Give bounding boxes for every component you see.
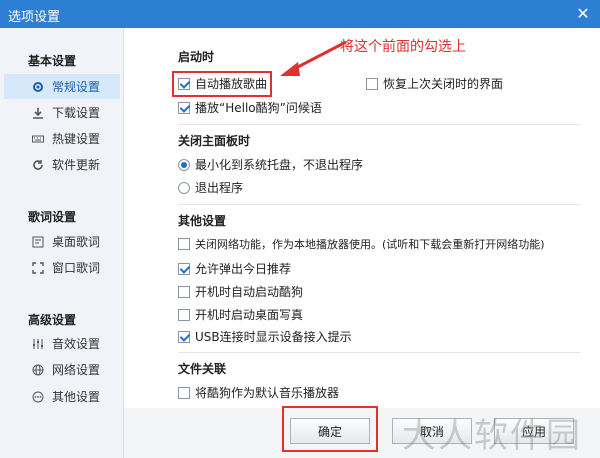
sidebar-item-window-lyrics[interactable]: 窗口歌词 (4, 255, 120, 280)
sidebar-item-label: 热键设置 (52, 132, 101, 146)
sidebar-item-download[interactable]: 下载设置 (4, 100, 120, 125)
desktop-lyrics-icon (32, 236, 44, 248)
download-icon (32, 107, 44, 119)
disable-network-label: 关闭网络功能，作为本地播放器使用。(试听和下载会重新打开网络功能) (195, 238, 545, 251)
play-hello-checkbox[interactable]: 播放“Hello酷狗”问候语 (178, 99, 322, 116)
annotation-arrow-icon (280, 40, 347, 76)
window-title: 选项设置 (8, 10, 61, 25)
sidebar-group-basic: 基本设置 (28, 54, 77, 68)
checkbox-box[interactable] (178, 238, 190, 250)
sidebar-item-label: 常规设置 (52, 80, 101, 94)
sidebar-item-desktop-lyrics[interactable]: 桌面歌词 (4, 229, 120, 254)
minimize-label: 最小化到系统托盘，不退出程序 (195, 158, 364, 172)
default-player-label: 将酷狗作为默认音乐播放器 (195, 386, 340, 400)
checkbox-box[interactable] (178, 308, 190, 321)
sidebar-item-label: 桌面歌词 (52, 235, 101, 249)
sidebar-item-network[interactable]: 网络设置 (4, 357, 120, 382)
exit-label: 退出程序 (195, 181, 244, 195)
section-title-file-assoc: 文件关联 (178, 362, 227, 376)
annotation-highlight-box (172, 71, 272, 97)
sidebar-item-label: 下载设置 (52, 106, 101, 120)
sidebar-group-advanced: 高级设置 (28, 313, 77, 327)
section-title-close-panel: 关闭主面板时 (178, 134, 251, 148)
minimize-to-tray-radio[interactable]: 最小化到系统托盘，不退出程序 (178, 156, 363, 173)
desktop-photo-label: 开机时启动桌面写真 (195, 308, 304, 322)
more-icon (32, 391, 44, 403)
checkbox-box[interactable] (178, 386, 190, 399)
daily-recommend-checkbox[interactable]: 允许弹出今日推荐 (178, 260, 291, 277)
sidebar-item-label: 软件更新 (52, 158, 101, 172)
sidebar-item-label: 窗口歌词 (52, 261, 101, 275)
sidebar-item-label: 其他设置 (52, 390, 101, 404)
sidebar-group-lyrics: 歌词设置 (28, 210, 77, 224)
divider (178, 204, 580, 205)
desktop-photo-checkbox[interactable]: 开机时启动桌面写真 (178, 306, 303, 323)
title-bar: 选项设置 ✕ (0, 0, 600, 28)
sidebar-item-sound-effects[interactable]: 音效设置 (4, 331, 120, 356)
usb-notify-checkbox[interactable]: USB连接时显示设备接入提示 (178, 328, 352, 345)
restore-last-checkbox[interactable]: 恢复上次关闭时的界面 (366, 75, 503, 92)
refresh-icon (32, 159, 44, 171)
section-title-other: 其他设置 (178, 214, 227, 228)
daily-recommend-label: 允许弹出今日推荐 (195, 262, 292, 276)
sidebar-item-general[interactable]: 常规设置 (4, 74, 120, 99)
section-title-startup: 启动时 (178, 50, 215, 64)
play-hello-label: 播放“Hello酷狗”问候语 (195, 101, 322, 115)
sidebar-item-update[interactable]: 软件更新 (4, 152, 120, 177)
checkbox-box[interactable] (178, 101, 190, 114)
annotation-text: 将这个前面的勾选上 (340, 39, 466, 55)
keyboard-icon (32, 133, 44, 145)
autostart-checkbox[interactable]: 开机时自动启动酷狗 (178, 283, 303, 300)
window-lyrics-icon (32, 261, 44, 274)
autostart-label: 开机时自动启动酷狗 (195, 285, 304, 299)
usb-notify-label: USB连接时显示设备接入提示 (195, 330, 352, 344)
divider (178, 124, 580, 125)
checkbox-box[interactable] (178, 285, 190, 298)
default-player-checkbox[interactable]: 将酷狗作为默认音乐播放器 (178, 384, 339, 401)
apply-button[interactable]: 应用 (494, 418, 574, 444)
checkbox-box[interactable] (178, 330, 190, 343)
equalizer-icon (32, 338, 44, 350)
exit-program-radio[interactable]: 退出程序 (178, 179, 243, 196)
globe-icon (32, 364, 44, 376)
checkbox-box[interactable] (178, 262, 190, 275)
close-icon[interactable]: ✕ (574, 5, 592, 23)
divider (178, 352, 580, 353)
restore-last-label: 恢复上次关闭时的界面 (383, 77, 504, 91)
annotation-highlight-ok-box (282, 406, 378, 452)
radio-circle[interactable] (178, 158, 190, 171)
cancel-button[interactable]: 取消 (392, 418, 472, 444)
sidebar-item-label: 音效设置 (52, 337, 101, 351)
sidebar-item-other[interactable]: 其他设置 (4, 384, 120, 409)
gear-icon (32, 81, 44, 93)
sidebar: 基本设置 常规设置 下载设置 热键设置 软件更新 歌词设置 桌面歌词 窗口歌词 … (0, 28, 124, 458)
disable-network-checkbox[interactable]: 关闭网络功能，作为本地播放器使用。(试听和下载会重新打开网络功能) (178, 236, 545, 252)
sidebar-item-hotkey[interactable]: 热键设置 (4, 126, 120, 151)
sidebar-item-label: 网络设置 (52, 363, 101, 377)
checkbox-box[interactable] (366, 77, 378, 90)
radio-circle[interactable] (178, 181, 190, 194)
